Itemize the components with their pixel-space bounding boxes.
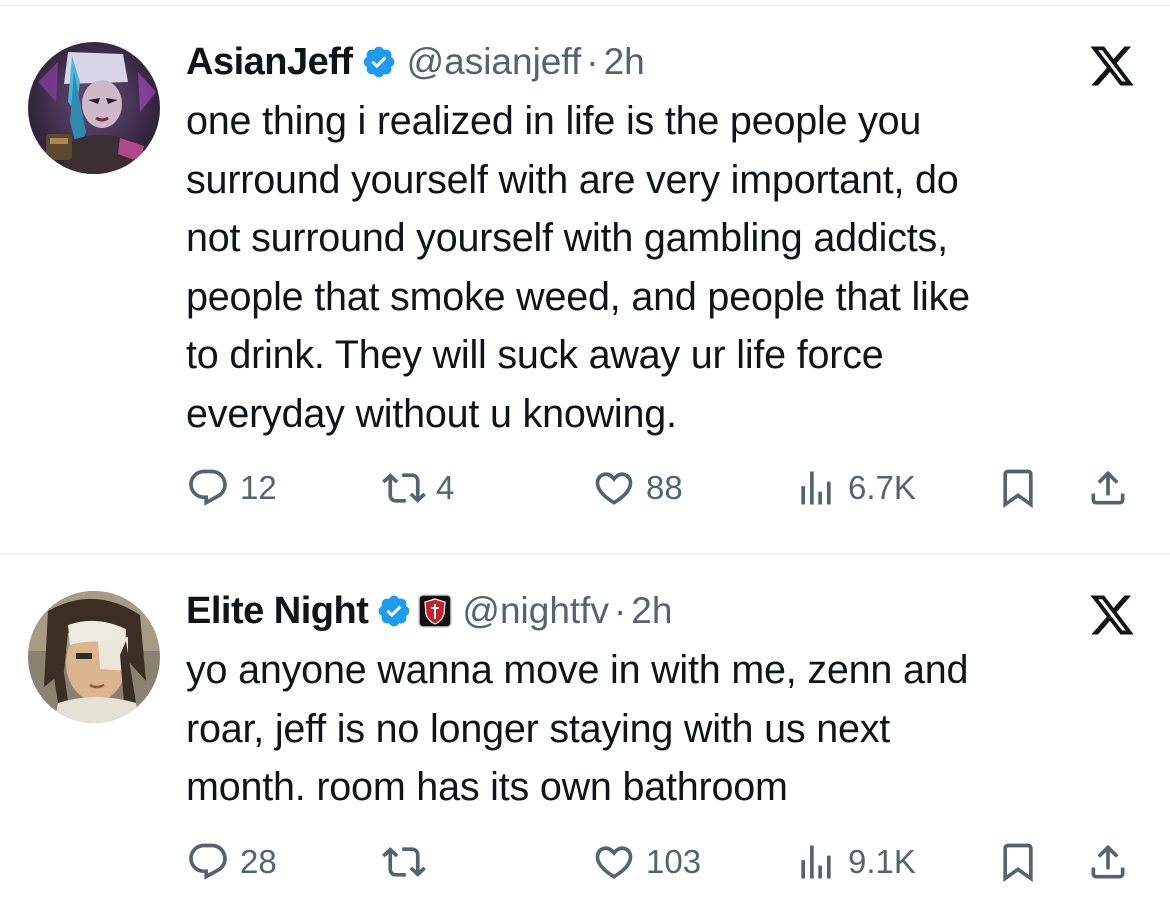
action-bar: 12 4 88 6.7K bbox=[0, 463, 1170, 513]
bookmark-button[interactable] bbox=[996, 837, 1040, 887]
tweet-text-line: surround yourself with are very importan… bbox=[186, 157, 959, 202]
bookmark-icon bbox=[1003, 469, 1033, 509]
tweet-text-line: people that smoke weed, and people that … bbox=[186, 274, 970, 319]
tweet[interactable]: Elite Night @nightfv · 2h yo anyone wann… bbox=[0, 555, 1170, 923]
avatar[interactable] bbox=[28, 591, 160, 723]
display-name[interactable]: Elite Night bbox=[186, 590, 369, 633]
reply-count: 28 bbox=[240, 843, 277, 880]
like-count: 103 bbox=[646, 843, 702, 880]
reply-icon bbox=[189, 843, 227, 880]
repost-icon bbox=[382, 847, 426, 877]
repost-button[interactable] bbox=[382, 837, 436, 887]
tweet-text-line: everyday without u knowing. bbox=[186, 391, 677, 436]
timestamp[interactable]: 2h bbox=[631, 590, 672, 632]
handle[interactable]: @nightfv bbox=[462, 590, 609, 632]
views-icon bbox=[801, 471, 831, 505]
x-logo-icon bbox=[1090, 595, 1134, 635]
affiliate-shield-icon[interactable] bbox=[418, 594, 453, 628]
bookmark-icon bbox=[1003, 843, 1033, 883]
tweet-text-line: roar, jeff is no longer staying with us … bbox=[186, 706, 891, 751]
tweet-text-line: yo anyone wanna move in with me, zenn an… bbox=[186, 648, 969, 692]
share-icon bbox=[1091, 844, 1125, 879]
display-name[interactable]: AsianJeff bbox=[186, 41, 353, 84]
timestamp[interactable]: 2h bbox=[604, 41, 645, 83]
repost-icon bbox=[382, 473, 426, 503]
heart-icon bbox=[595, 846, 633, 879]
share-button[interactable] bbox=[1086, 837, 1130, 887]
views-button[interactable]: 6.7K bbox=[794, 463, 916, 513]
reply-icon bbox=[189, 469, 227, 506]
handle[interactable]: @asianjeff bbox=[407, 41, 582, 83]
reply-count: 12 bbox=[240, 469, 277, 506]
reply-button[interactable]: 28 bbox=[186, 837, 277, 887]
like-button[interactable]: 88 bbox=[592, 463, 683, 513]
tweet-text-line: not surround yourself with gambling addi… bbox=[186, 216, 948, 260]
tweet-text-line: month. room has its own bathroom bbox=[186, 765, 788, 809]
avatar-image bbox=[28, 591, 160, 723]
views-count: 6.7K bbox=[848, 469, 916, 506]
views-icon bbox=[801, 845, 831, 879]
tweet-header: Elite Night @nightfv · 2h bbox=[186, 589, 672, 633]
heart-icon bbox=[595, 472, 633, 505]
tweet-text: yo anyone wanna move in with me, zenn an… bbox=[186, 641, 1146, 817]
reply-button[interactable]: 12 bbox=[186, 463, 277, 513]
tweet-text-line: to drink. They will suck away ur life fo… bbox=[186, 333, 884, 377]
separator-dot: · bbox=[613, 590, 627, 631]
like-count: 88 bbox=[646, 469, 683, 506]
action-bar: 28 103 9.1K bbox=[0, 837, 1170, 887]
repost-count: 4 bbox=[436, 469, 455, 506]
bookmark-button[interactable] bbox=[996, 463, 1040, 513]
views-button[interactable]: 9.1K bbox=[794, 837, 916, 887]
like-button[interactable]: 103 bbox=[592, 837, 701, 887]
share-button[interactable] bbox=[1086, 463, 1130, 513]
share-icon bbox=[1091, 470, 1125, 505]
tweet-text-line: one thing i realized in life is the peop… bbox=[186, 99, 922, 143]
verified-badge-icon bbox=[363, 46, 394, 78]
avatar[interactable] bbox=[28, 42, 160, 174]
repost-button[interactable]: 4 bbox=[382, 463, 454, 513]
avatar-image bbox=[28, 42, 160, 174]
separator-dot: · bbox=[586, 41, 599, 82]
verified-badge-icon bbox=[379, 595, 410, 627]
views-count: 9.1K bbox=[848, 843, 916, 880]
tweet[interactable]: AsianJeff @asianjeff · 2h one thing i re… bbox=[0, 0, 1170, 553]
tweet-header: AsianJeff @asianjeff · 2h bbox=[186, 40, 645, 84]
x-logo-icon bbox=[1090, 46, 1134, 86]
tweet-text: one thing i realized in life is the peop… bbox=[186, 92, 1146, 443]
